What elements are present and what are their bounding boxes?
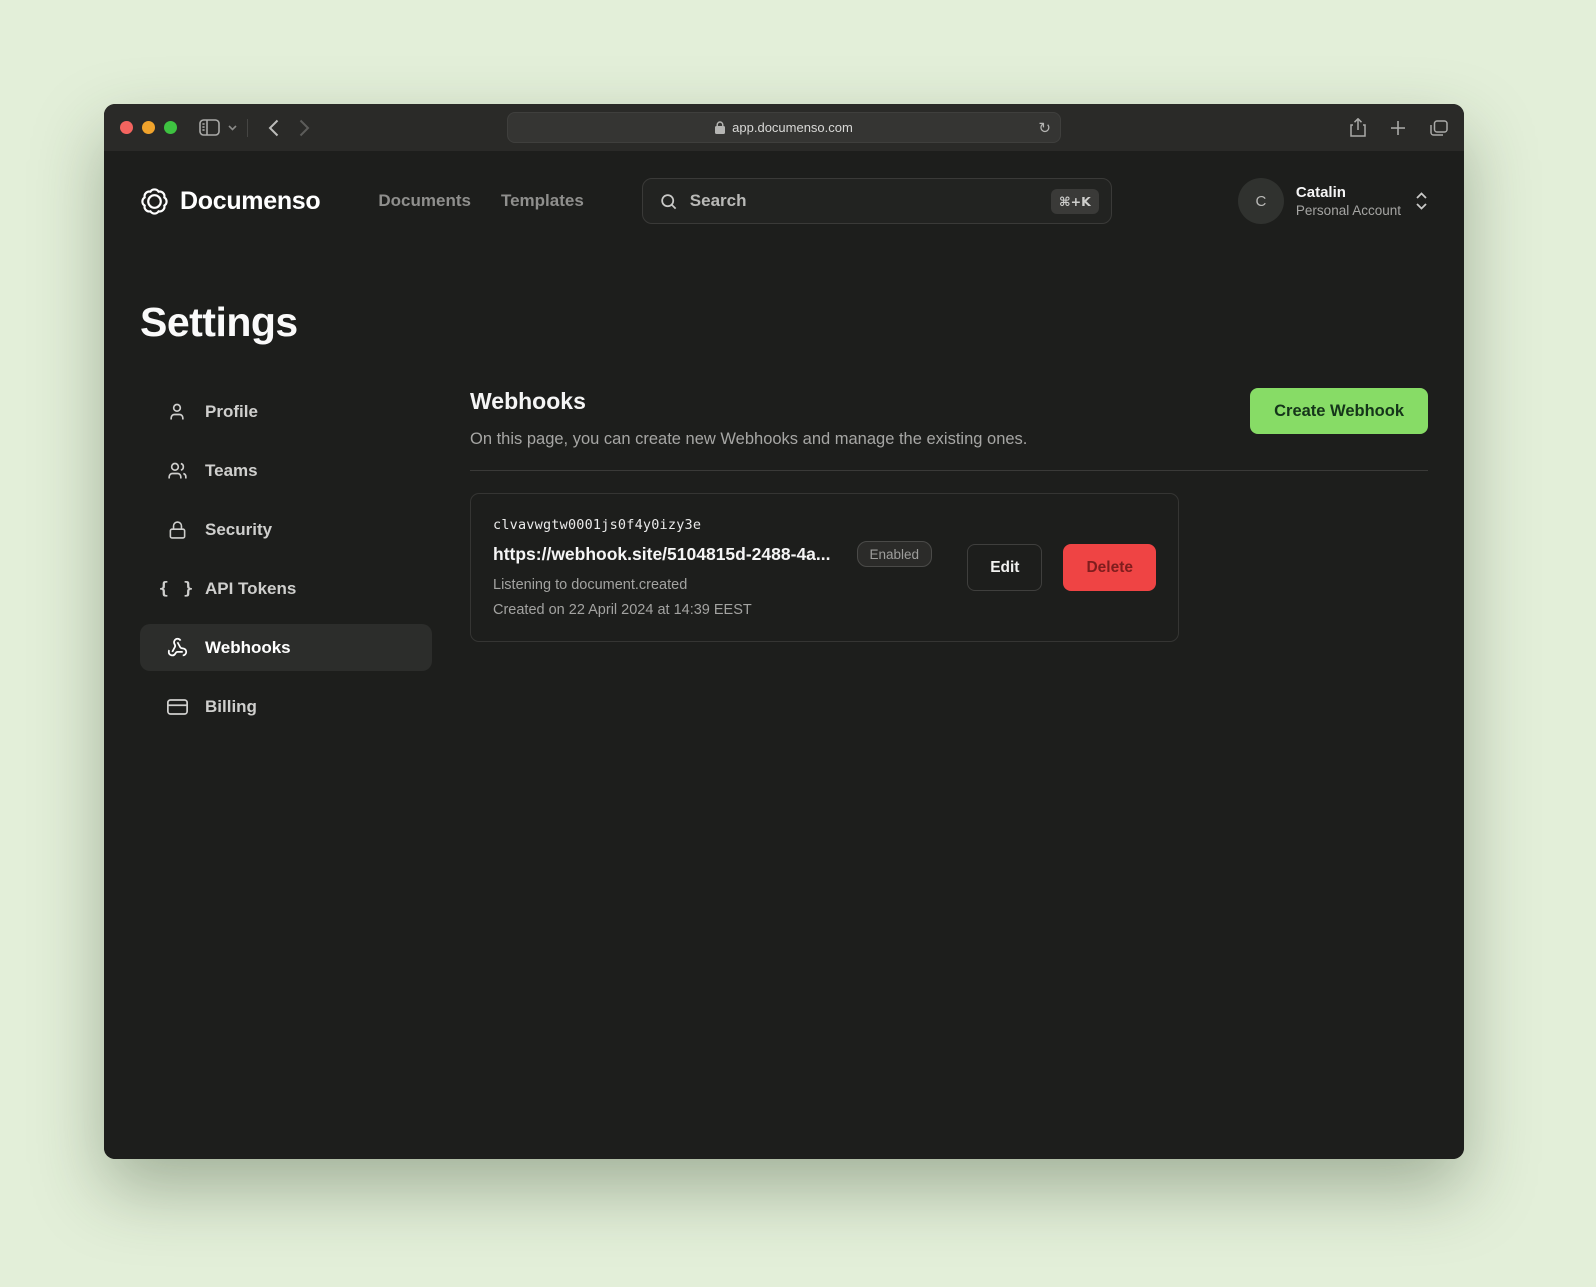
webhook-listening: Listening to document.created — [493, 577, 967, 593]
nav-documents[interactable]: Documents — [378, 191, 471, 211]
documenso-app: Documenso Documents Templates ⌘+K C Cata… — [104, 151, 1464, 1159]
delete-button[interactable]: Delete — [1063, 544, 1156, 591]
sidebar-item-api-tokens[interactable]: { } API Tokens — [140, 565, 432, 612]
reload-icon[interactable]: ↻ — [1038, 113, 1051, 142]
sidebar-item-webhooks[interactable]: Webhooks — [140, 624, 432, 671]
tabs-overview-icon[interactable] — [1430, 120, 1448, 136]
webhook-details: clvavwgtw0001js0f4y0izy3e https://webhoo… — [493, 517, 967, 618]
search-input[interactable] — [690, 191, 1051, 211]
create-webhook-button[interactable]: Create Webhook — [1250, 388, 1428, 434]
section-divider — [470, 470, 1428, 471]
braces-icon: { } — [166, 579, 188, 599]
webhook-created: Created on 22 April 2024 at 14:39 EEST — [493, 602, 967, 618]
sidebar-item-profile[interactable]: Profile — [140, 388, 432, 435]
chevron-down-icon[interactable] — [228, 125, 237, 131]
sidebar-item-label: Teams — [205, 461, 258, 481]
brand-name: Documenso — [180, 187, 320, 216]
settings-content: Profile Teams Security { } API Token — [140, 388, 1428, 742]
page-title: Settings — [140, 299, 1428, 346]
sidebar-item-security[interactable]: Security — [140, 506, 432, 553]
sidebar-item-billing[interactable]: Billing — [140, 683, 432, 730]
lock-icon — [166, 520, 188, 540]
forward-icon[interactable] — [299, 119, 310, 137]
address-bar[interactable]: app.documenso.com ↻ — [507, 112, 1061, 143]
user-account-type: Personal Account — [1296, 203, 1401, 218]
sidebar-item-label: API Tokens — [205, 579, 296, 599]
app-header: Documenso Documents Templates ⌘+K C Cata… — [140, 177, 1428, 225]
settings-sidebar: Profile Teams Security { } API Token — [140, 388, 432, 742]
edit-button[interactable]: Edit — [967, 544, 1042, 591]
sidebar-item-label: Billing — [205, 697, 257, 717]
user-name: Catalin — [1296, 184, 1401, 201]
minimize-window-button[interactable] — [142, 121, 155, 134]
share-icon[interactable] — [1350, 118, 1366, 137]
toolbar-divider — [247, 119, 248, 137]
address-url: app.documenso.com — [732, 120, 853, 135]
sidebar-item-label: Webhooks — [205, 638, 291, 658]
search-shortcut-badge: ⌘+K — [1051, 189, 1099, 214]
section-description: On this page, you can create new Webhook… — [470, 430, 1027, 449]
webhooks-panel: Webhooks On this page, you can create ne… — [470, 388, 1428, 742]
sidebar-item-label: Security — [205, 520, 272, 540]
top-nav: Documents Templates — [378, 191, 583, 211]
sidebar-toggle-icon[interactable] — [199, 119, 220, 136]
new-tab-icon[interactable] — [1390, 120, 1406, 136]
browser-toolbar: app.documenso.com ↻ — [104, 104, 1464, 151]
documenso-rosette-icon — [140, 187, 169, 216]
close-window-button[interactable] — [120, 121, 133, 134]
user-icon — [166, 402, 188, 422]
search-icon — [659, 192, 678, 211]
browser-window: app.documenso.com ↻ Documenso — [104, 104, 1464, 1159]
status-badge: Enabled — [857, 541, 933, 567]
webhooks-header: Webhooks On this page, you can create ne… — [470, 388, 1428, 449]
back-icon[interactable] — [268, 119, 279, 137]
webhook-card: clvavwgtw0001js0f4y0izy3e https://webhoo… — [470, 493, 1179, 642]
avatar: C — [1238, 178, 1284, 224]
user-meta: Catalin Personal Account — [1296, 184, 1401, 218]
webhooks-header-text: Webhooks On this page, you can create ne… — [470, 388, 1027, 449]
credit-card-icon — [166, 698, 188, 716]
webhook-actions: Edit Delete — [967, 544, 1156, 591]
section-title: Webhooks — [470, 388, 1027, 415]
webhook-icon — [166, 637, 188, 658]
chevron-up-down-icon — [1415, 191, 1428, 211]
webhook-url: https://webhook.site/5104815d-2488-4a... — [493, 544, 831, 565]
zoom-window-button[interactable] — [164, 121, 177, 134]
lock-icon — [715, 121, 725, 134]
toolbar-right-icons — [1350, 118, 1448, 137]
webhook-url-row: https://webhook.site/5104815d-2488-4a...… — [493, 541, 967, 567]
user-menu[interactable]: C Catalin Personal Account — [1238, 178, 1428, 224]
documenso-logo[interactable]: Documenso — [140, 187, 320, 216]
nav-templates[interactable]: Templates — [501, 191, 584, 211]
webhook-id: clvavwgtw0001js0f4y0izy3e — [493, 517, 967, 533]
search-bar[interactable]: ⌘+K — [642, 178, 1112, 224]
users-icon — [166, 461, 188, 481]
traffic-lights — [120, 121, 177, 134]
sidebar-item-label: Profile — [205, 402, 258, 422]
sidebar-item-teams[interactable]: Teams — [140, 447, 432, 494]
